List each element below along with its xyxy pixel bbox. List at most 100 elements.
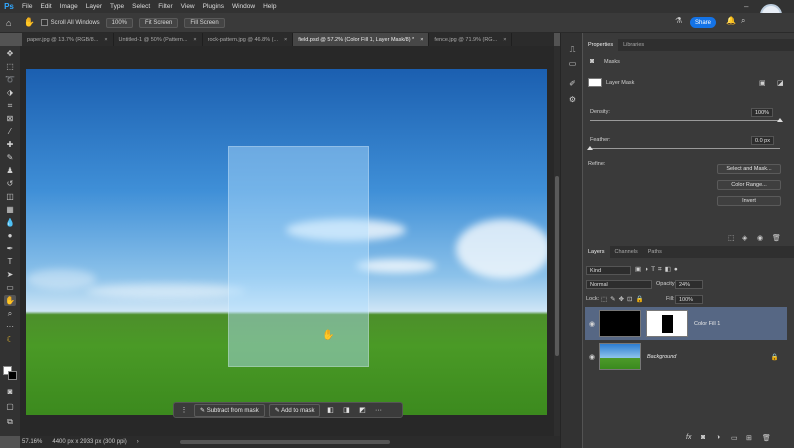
layer-name[interactable]: Background <box>647 354 676 360</box>
add-mask-icon[interactable]: ◙ <box>701 434 705 441</box>
layer-thumbnail[interactable] <box>599 310 641 337</box>
layer-thumbnail[interactable] <box>599 343 641 370</box>
pixel-mask-icon[interactable]: ▣ <box>759 79 766 87</box>
chevron-right-icon[interactable]: › <box>137 439 139 445</box>
brush-tool-icon[interactable]: ✎ <box>4 152 16 163</box>
menu-file[interactable]: File <box>18 3 36 10</box>
doc-tab[interactable]: rock-pattern.jpg @ 46.8% (... × <box>203 33 294 46</box>
menu-image[interactable]: Image <box>56 3 82 10</box>
lasso-tool-icon[interactable]: ➰ <box>4 74 16 85</box>
adjustments-icon[interactable]: ⎍ <box>567 45 578 55</box>
rectangle-tool-icon[interactable]: ▭ <box>4 282 16 293</box>
type-tool-icon[interactable]: T <box>4 256 16 267</box>
mask-option-icon[interactable]: ◧ <box>324 406 336 414</box>
tab-paths[interactable]: Paths <box>643 246 667 258</box>
trash-icon[interactable]: 🗑 <box>762 434 771 442</box>
eyedropper-tool-icon[interactable]: ⁄ <box>4 126 16 137</box>
color-range-button[interactable]: Color Range... <box>717 180 781 190</box>
tab-libraries[interactable]: Libraries <box>618 39 649 51</box>
new-layer-icon[interactable]: ⊞ <box>746 434 752 442</box>
feather-slider-knob[interactable] <box>587 146 593 150</box>
feather-value[interactable]: 0.0 px <box>751 136 774 145</box>
adjustment-layer-icon[interactable]: ◑ <box>716 434 720 441</box>
fx-icon[interactable]: fx <box>686 434 691 441</box>
crop-tool-icon[interactable]: ⌗ <box>4 100 16 111</box>
scroll-thumb[interactable] <box>555 176 559 356</box>
edit-toolbar-icon[interactable]: ⧉ <box>4 416 16 427</box>
layer-row[interactable]: ◉ Background 🔒 <box>585 340 787 373</box>
close-icon[interactable]: × <box>284 37 287 43</box>
blur-tool-icon[interactable]: 💧 <box>4 217 16 228</box>
tab-properties[interactable]: Properties <box>583 39 619 51</box>
menu-layer[interactable]: Layer <box>82 3 106 10</box>
subtract-from-mask-button[interactable]: ✎ Subtract from mask <box>194 403 265 417</box>
eraser-tool-icon[interactable]: ◫ <box>4 191 16 202</box>
horizontal-scrollbar[interactable] <box>180 440 390 444</box>
eye-icon[interactable]: ◉ <box>585 353 599 361</box>
menu-type[interactable]: Type <box>106 3 128 10</box>
menu-edit[interactable]: Edit <box>36 3 55 10</box>
search-icon[interactable]: ⌕ <box>741 16 745 26</box>
more-options-icon[interactable]: ··· <box>372 407 384 414</box>
fit-screen-button[interactable]: Fit Screen <box>139 17 179 28</box>
density-slider[interactable] <box>590 120 780 121</box>
menu-help[interactable]: Help <box>259 3 280 10</box>
frame-tool-icon[interactable]: ⊠ <box>4 113 16 124</box>
history-brush-tool-icon[interactable]: ↺ <box>4 178 16 189</box>
properties-settings-icon[interactable]: ⚙ <box>567 95 578 104</box>
menu-view[interactable]: View <box>177 3 199 10</box>
brush-settings-icon[interactable]: ✐ <box>567 79 578 88</box>
feather-mask-icon[interactable]: ◩ <box>356 406 368 414</box>
home-icon[interactable]: ⌂ <box>6 18 11 28</box>
doc-tab[interactable]: paper.jpg @ 13.7% (RGB/8... × <box>22 33 114 46</box>
pen-tool-icon[interactable]: ✒ <box>4 243 16 254</box>
close-icon[interactable]: × <box>104 37 107 43</box>
doc-tab[interactable]: fence.jpg @ 71.9% (RG... × <box>429 33 513 46</box>
close-icon[interactable]: × <box>420 37 423 43</box>
visibility-icon[interactable]: ◉ <box>757 234 763 242</box>
checkbox-box[interactable] <box>40 19 48 26</box>
gradient-tool-icon[interactable]: ▦ <box>4 204 16 215</box>
marquee-tool-icon[interactable]: ⬚ <box>4 61 16 72</box>
zoom-tool-icon[interactable]: ⌕ <box>4 308 16 319</box>
spot-healing-tool-icon[interactable]: ✚ <box>4 139 16 150</box>
menu-window[interactable]: Window <box>228 3 259 10</box>
add-to-mask-button[interactable]: ✎ Add to mask <box>268 403 321 417</box>
comments-icon[interactable]: ▭ <box>567 59 578 68</box>
kind-filter-select[interactable]: Kind <box>586 266 631 275</box>
invert-mask-icon[interactable]: ◨ <box>340 406 352 414</box>
dodge-tool-icon[interactable]: ● <box>4 230 16 241</box>
opacity-value[interactable]: 24% <box>675 280 703 289</box>
flask-icon[interactable]: ⚗ <box>675 16 682 25</box>
zoom-100-button[interactable]: 100% <box>105 17 134 28</box>
group-icon[interactable]: ▭ <box>731 434 738 442</box>
banana-icon[interactable]: ☾ <box>4 334 16 345</box>
density-value[interactable]: 100% <box>751 108 774 117</box>
density-slider-knob[interactable] <box>777 118 783 122</box>
more-tools-icon[interactable]: ··· <box>4 321 16 332</box>
quick-mask-icon[interactable]: ◙ <box>4 386 16 397</box>
blend-mode-select[interactable]: Normal <box>586 280 652 289</box>
layer-row[interactable]: ◉ Color Fill 1 <box>585 307 787 340</box>
doc-tab[interactable]: Untitled-1 @ 50% (Pattern... × <box>114 33 203 46</box>
close-icon[interactable]: × <box>193 37 196 43</box>
move-tool-icon[interactable]: ✥ <box>4 48 16 59</box>
close-icon[interactable]: × <box>503 37 506 43</box>
fill-screen-button[interactable]: Fill Screen <box>184 17 225 28</box>
tab-layers[interactable]: Layers <box>583 246 610 258</box>
drag-handle-icon[interactable]: ⋮ <box>178 406 190 414</box>
hand-tool-icon[interactable]: ✋ <box>23 17 34 28</box>
object-select-tool-icon[interactable]: ⬗ <box>4 87 16 98</box>
lock-icons[interactable]: ⬚✎✥⊡🔒 <box>601 295 647 303</box>
delete-mask-icon[interactable]: 🗑 <box>772 234 781 242</box>
zoom-level[interactable]: 57.16% <box>22 439 42 445</box>
invert-button[interactable]: Invert <box>717 196 781 206</box>
layer-filter-icons[interactable]: ▣◑T⌗◧● <box>635 265 681 274</box>
minimize-icon[interactable]: – <box>744 2 748 11</box>
path-select-tool-icon[interactable]: ➤ <box>4 269 16 280</box>
apply-mask-icon[interactable]: ◈ <box>742 234 747 242</box>
doc-tab-active[interactable]: field.psd @ 57.2% (Color Fill 1, Layer M… <box>293 33 430 46</box>
bell-icon[interactable]: 🔔 <box>726 16 736 25</box>
screen-mode-icon[interactable]: ▢ <box>4 401 16 412</box>
load-selection-icon[interactable]: ⬚ <box>728 234 735 242</box>
